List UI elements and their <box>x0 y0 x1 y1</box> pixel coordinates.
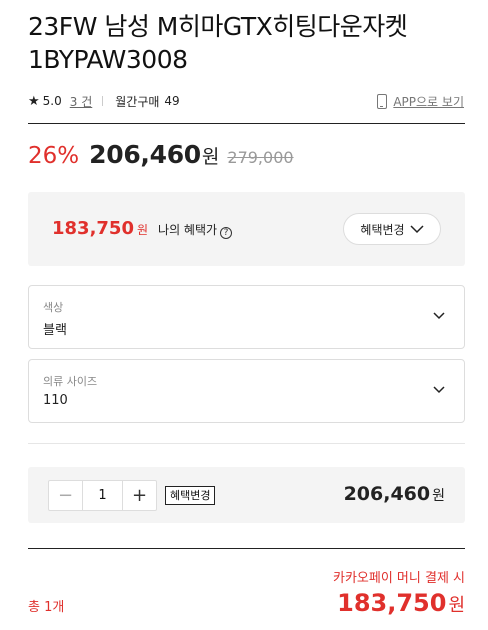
increase-quantity-button[interactable]: + <box>122 481 156 510</box>
quantity-stepper: − 1 + <box>48 480 157 511</box>
total-item-count: 총 1개 <box>28 600 65 615</box>
benefit-price-unit: 원 <box>136 223 149 237</box>
quantity-value[interactable]: 1 <box>83 481 122 510</box>
benefit-price-label: 나의 혜택가 <box>158 223 218 237</box>
product-title: 23FW 남성 M히마GTX히팅다운자켓 1BYPAW3008 <box>28 10 468 76</box>
app-view-link[interactable]: APP으로 보기 <box>377 93 464 110</box>
options-divider <box>28 443 465 444</box>
item-row-total-unit: 원 <box>432 488 445 504</box>
size-select-label: 의류 사이즈 <box>43 375 98 388</box>
final-price: 183,750 원 <box>337 589 465 617</box>
sale-price: 206,460 <box>89 140 201 169</box>
item-benefit-change-button[interactable]: 혜택변경 <box>165 486 216 505</box>
benefit-price-panel: 183,750 원 나의 혜택가 ? 혜택변경 <box>28 192 465 266</box>
meta-divider <box>102 96 104 106</box>
price-row: 26% 206,460 원 279,000 <box>28 140 294 176</box>
header-divider <box>28 123 465 124</box>
change-benefit-button[interactable]: 혜택변경 <box>343 213 441 245</box>
help-icon[interactable]: ? <box>220 227 233 239</box>
final-price-amount: 183,750 <box>337 589 447 617</box>
size-select[interactable]: 의류 사이즈 110 <box>28 359 465 423</box>
monthly-purchase-count: 49 <box>164 94 180 108</box>
chevron-down-icon <box>410 225 424 234</box>
rating-row: ★ 5.0 3 건 월간구매 49 APP으로 보기 <box>28 90 464 112</box>
chevron-down-icon <box>433 386 445 394</box>
color-select-value: 블랙 <box>43 323 67 338</box>
item-row-total: 206,460 원 <box>344 483 445 505</box>
item-row-total-amount: 206,460 <box>343 483 431 505</box>
discount-rate: 26% <box>28 143 80 169</box>
sale-price-unit: 원 <box>201 146 220 168</box>
change-benefit-label: 혜택변경 <box>360 222 405 237</box>
app-view-label: APP으로 보기 <box>393 94 464 109</box>
color-select[interactable]: 색상 블랙 <box>28 285 465 349</box>
decrease-quantity-button[interactable]: − <box>49 481 83 510</box>
final-price-unit: 원 <box>448 595 465 616</box>
selected-item-row: − 1 + 혜택변경 206,460 원 <box>28 467 465 523</box>
original-price: 279,000 <box>227 148 294 167</box>
rating-value: 5.0 <box>42 94 62 108</box>
kakaopay-note: 카카오페이 머니 결제 시 <box>333 571 465 586</box>
benefit-price-amount: 183,750 <box>52 218 134 239</box>
star-icon: ★ <box>28 93 40 109</box>
benefit-price: 183,750 원 나의 혜택가 ? <box>52 218 233 239</box>
chevron-down-icon <box>433 312 445 320</box>
size-select-value: 110 <box>43 393 68 408</box>
review-count-link[interactable]: 3 건 <box>70 93 93 110</box>
phone-icon <box>377 93 388 109</box>
product-detail-panel: 23FW 남성 M히마GTX히팅다운자켓 1BYPAW3008 ★ 5.0 3 … <box>0 0 488 630</box>
color-select-label: 색상 <box>43 301 64 314</box>
product-title-line2: 1BYPAW3008 <box>28 45 188 74</box>
monthly-purchase-label: 월간구매 <box>115 94 160 109</box>
product-title-line1: 23FW 남성 M히마GTX히팅다운자켓 <box>28 12 408 41</box>
summary-divider <box>28 548 465 549</box>
